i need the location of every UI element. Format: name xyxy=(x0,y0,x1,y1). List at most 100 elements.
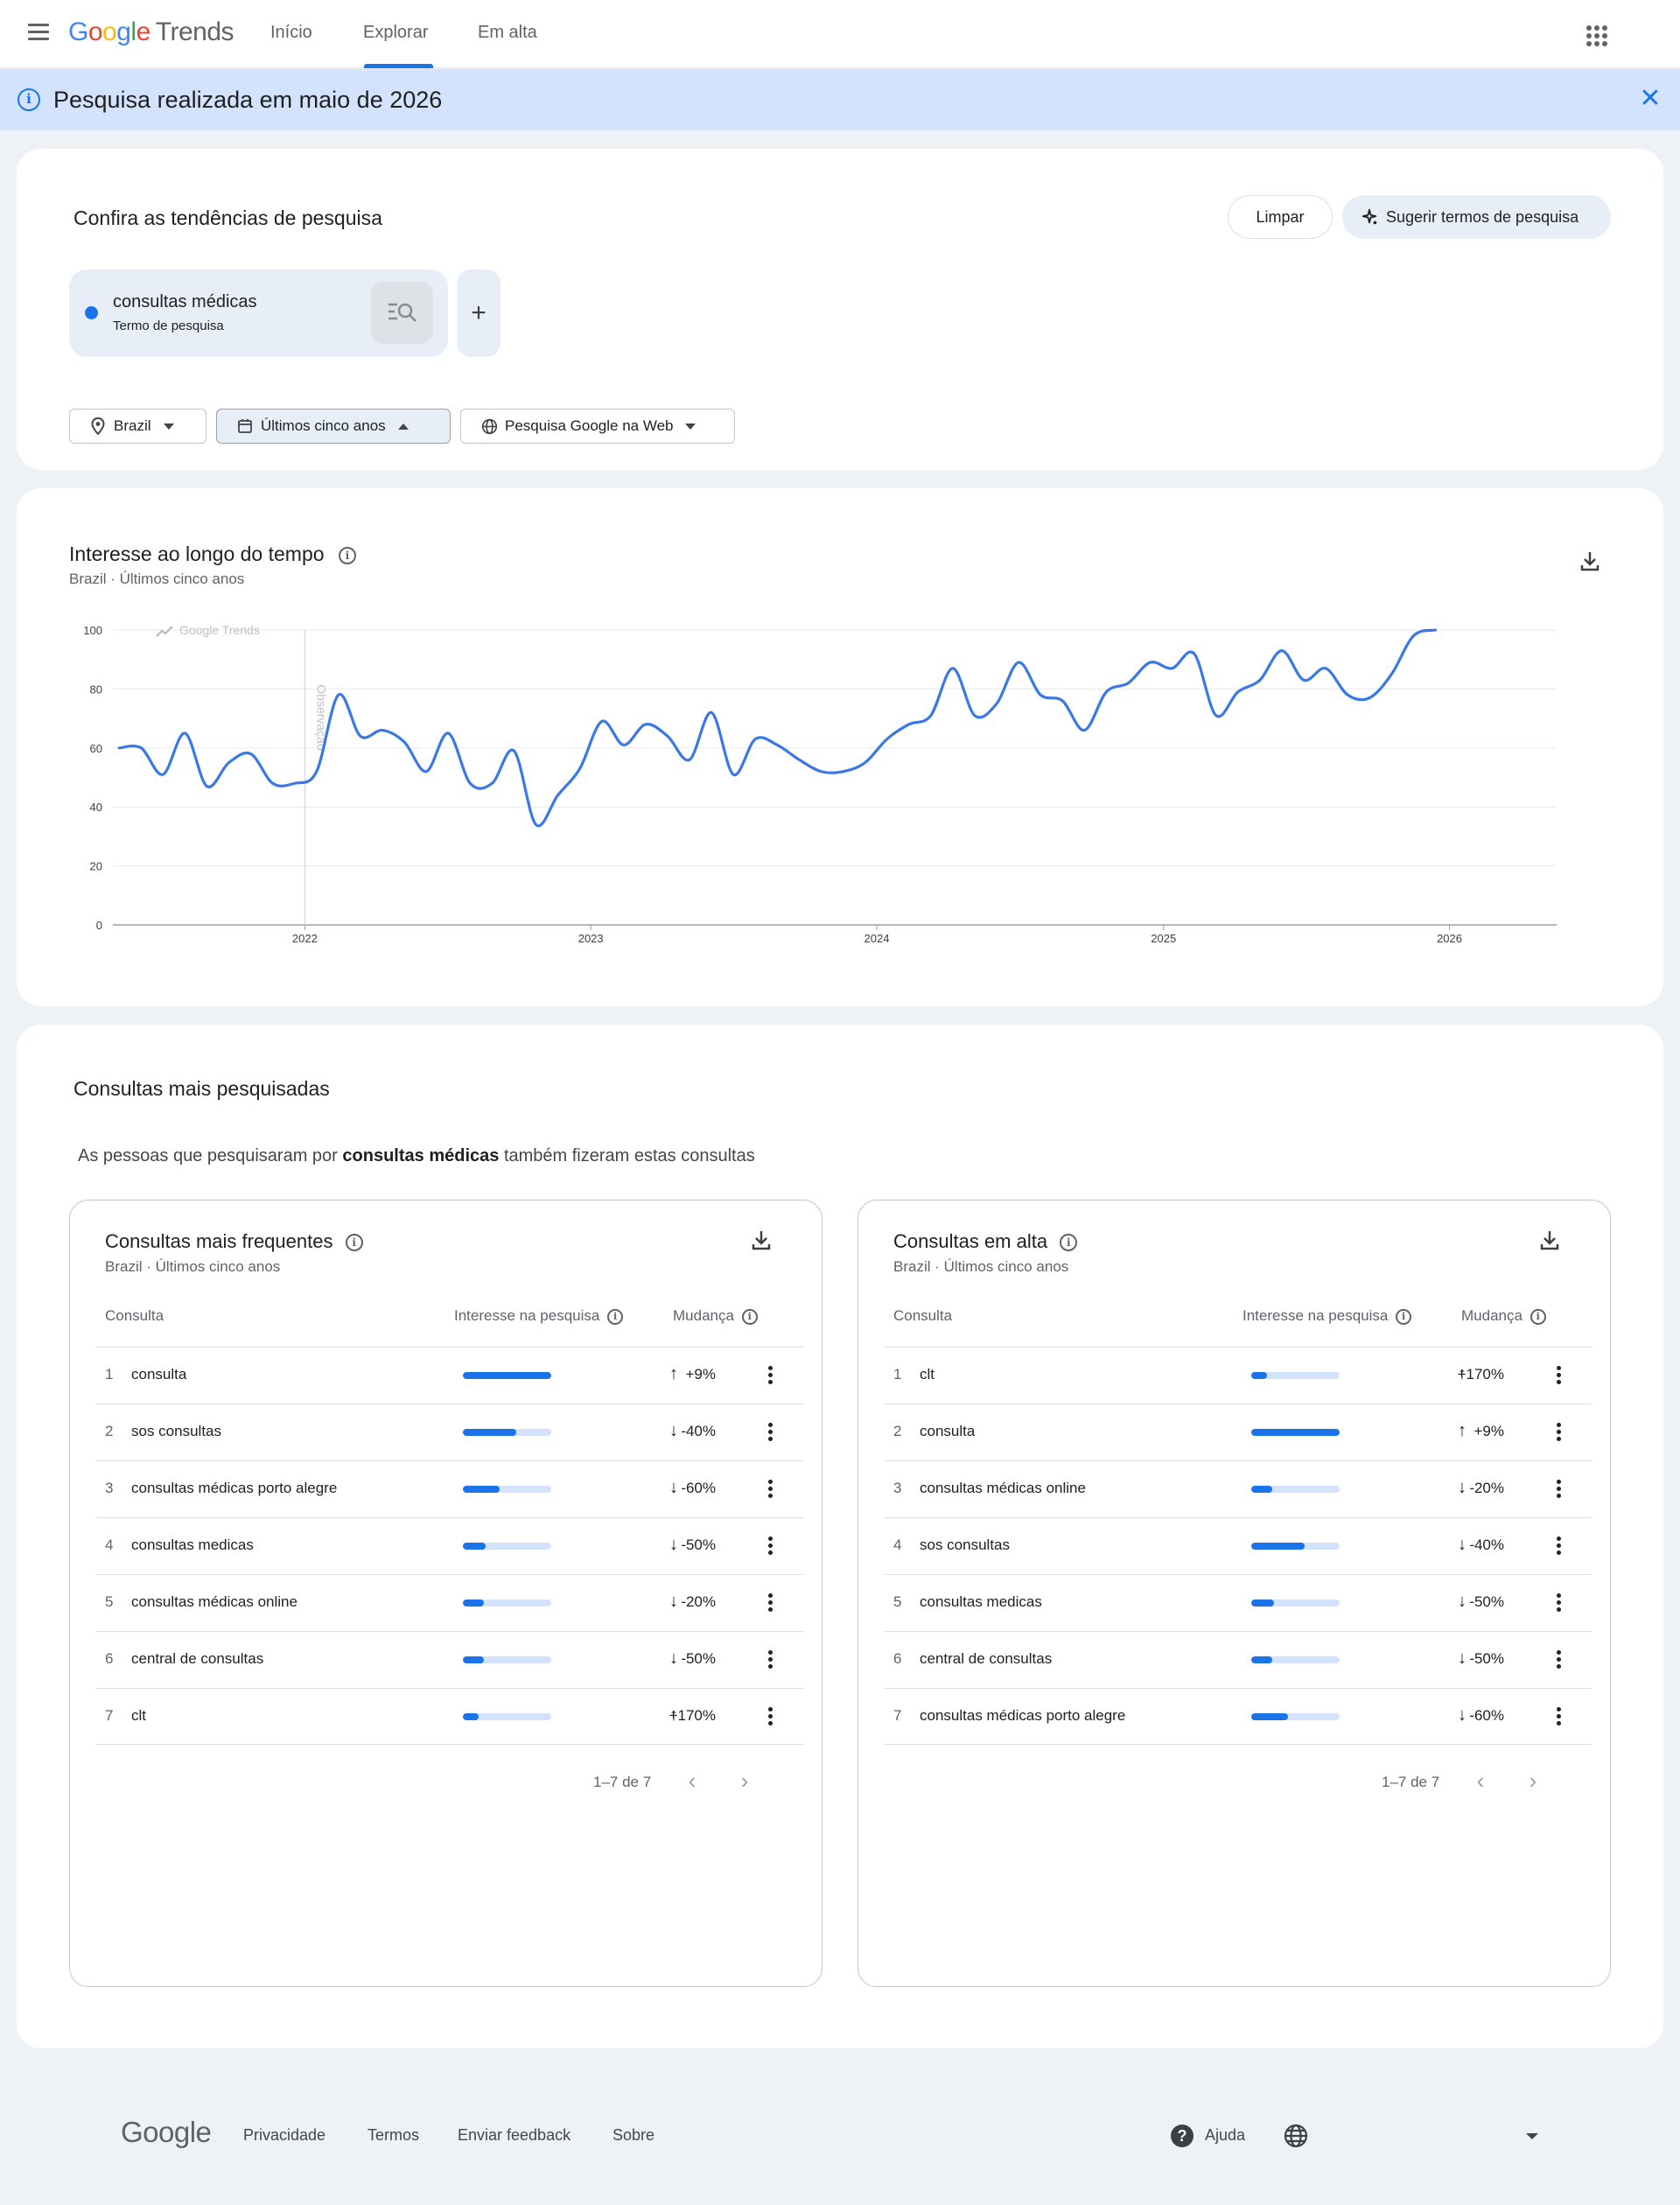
more-options-icon[interactable] xyxy=(1548,1363,1569,1388)
info-icon[interactable]: i xyxy=(1396,1308,1412,1325)
more-options-icon[interactable] xyxy=(760,1477,780,1502)
row-query[interactable]: consultas médicas porto alegre xyxy=(131,1480,337,1497)
footer-link-about[interactable]: Sobre xyxy=(612,2126,654,2145)
column-header-interest: Interesse na pesquisa i xyxy=(454,1307,624,1325)
more-options-icon[interactable] xyxy=(760,1704,780,1729)
footer-link-feedback[interactable]: Enviar feedback xyxy=(458,2126,570,2145)
search-type-icon[interactable] xyxy=(371,282,433,344)
row-query[interactable]: sos consultas xyxy=(131,1423,221,1440)
related-title: Consultas mais pesquisadas xyxy=(74,1077,330,1100)
table-row[interactable]: 5 consultas medicas ↓ -50% xyxy=(885,1574,1592,1631)
row-query[interactable]: sos consultas xyxy=(920,1536,1010,1554)
more-options-icon[interactable] xyxy=(1548,1591,1569,1615)
footer-link-privacy[interactable]: Privacidade xyxy=(243,2126,326,2145)
chevron-right-icon[interactable]: › xyxy=(729,1766,760,1797)
subtitle-time: Últimos cinco anos xyxy=(155,1258,281,1275)
banner-text: Pesquisa realizada em maio de 2026 xyxy=(53,87,443,113)
row-change: -50% xyxy=(1469,1650,1504,1667)
table-row[interactable]: 1 consulta ↑ +9% xyxy=(96,1347,803,1404)
footer-help-link[interactable]: Ajuda xyxy=(1205,2126,1245,2145)
google-apps-icon[interactable] xyxy=(1582,21,1610,49)
chevron-left-icon[interactable]: ‹ xyxy=(676,1766,708,1797)
table-row[interactable]: 6 central de consultas ↓ -50% xyxy=(885,1631,1592,1688)
location-filter[interactable]: Brazil xyxy=(69,409,206,444)
clear-button[interactable]: Limpar xyxy=(1228,195,1333,239)
main-menu-icon[interactable] xyxy=(23,19,54,51)
nav-tab-em-alta[interactable]: Em alta xyxy=(478,23,537,43)
row-query[interactable]: consultas medicas xyxy=(131,1536,254,1554)
row-change: -40% xyxy=(1469,1536,1504,1553)
download-icon[interactable] xyxy=(1536,1227,1563,1253)
more-options-icon[interactable] xyxy=(760,1534,780,1558)
row-rank: 2 xyxy=(105,1423,114,1439)
info-icon[interactable]: i xyxy=(741,1308,758,1325)
table-row[interactable]: 7 consultas médicas porto alegre ↓ -60% xyxy=(885,1688,1592,1745)
row-query[interactable]: central de consultas xyxy=(920,1650,1052,1668)
table-row[interactable]: 3 consultas médicas online ↓ -20% xyxy=(885,1460,1592,1517)
row-change: -50% xyxy=(1469,1593,1504,1610)
table-row[interactable]: 4 sos consultas ↓ -40% xyxy=(885,1517,1592,1574)
globe-icon xyxy=(480,417,498,435)
row-query[interactable]: consultas médicas online xyxy=(131,1593,298,1611)
chevron-left-icon[interactable]: ‹ xyxy=(1465,1766,1496,1797)
table-row[interactable]: 3 consultas médicas porto alegre ↓ -60% xyxy=(96,1460,803,1517)
row-query[interactable]: consultas médicas online xyxy=(920,1480,1086,1497)
row-rank: 4 xyxy=(893,1536,902,1553)
row-query[interactable]: central de consultas xyxy=(131,1650,263,1668)
more-options-icon[interactable] xyxy=(760,1591,780,1615)
interest-bar xyxy=(463,1486,551,1493)
close-banner-icon[interactable]: ✕ xyxy=(1636,85,1664,113)
nav-tab-explorar[interactable]: Explorar xyxy=(363,23,428,43)
row-query[interactable]: clt xyxy=(131,1707,146,1725)
row-query[interactable]: consultas médicas porto alegre xyxy=(920,1707,1125,1725)
language-globe-icon[interactable] xyxy=(1283,2123,1309,2149)
table-row[interactable]: 2 consulta ↑ +9% xyxy=(885,1404,1592,1460)
add-term-button[interactable]: + xyxy=(457,270,500,357)
row-query[interactable]: consultas medicas xyxy=(920,1593,1042,1611)
row-query[interactable]: consulta xyxy=(920,1423,975,1440)
chevron-right-icon[interactable]: › xyxy=(1517,1766,1549,1797)
interest-bar xyxy=(463,1656,551,1663)
language-chevron-down-icon[interactable] xyxy=(1526,2133,1538,2139)
table-row[interactable]: 5 consultas médicas online ↓ -20% xyxy=(96,1574,803,1631)
google-trends-logo[interactable]: Google Trends xyxy=(68,18,234,47)
more-options-icon[interactable] xyxy=(760,1363,780,1388)
more-options-icon[interactable] xyxy=(1548,1420,1569,1445)
table-row[interactable]: 2 sos consultas ↓ -40% xyxy=(96,1404,803,1460)
table-row[interactable]: 6 central de consultas ↓ -50% xyxy=(96,1631,803,1688)
more-options-icon[interactable] xyxy=(1548,1534,1569,1558)
info-icon[interactable]: i xyxy=(1060,1234,1078,1252)
term-color-dot xyxy=(85,306,98,319)
row-rank: 3 xyxy=(105,1480,114,1496)
info-icon[interactable]: i xyxy=(607,1308,624,1325)
more-options-icon[interactable] xyxy=(760,1648,780,1672)
info-icon[interactable]: i xyxy=(1530,1308,1546,1325)
nav-tab-inicio[interactable]: Início xyxy=(270,23,312,43)
table-row[interactable]: 1 clt ↑ +170% xyxy=(885,1347,1592,1404)
table-row[interactable]: 7 clt ↑ +170% xyxy=(96,1688,803,1745)
more-options-icon[interactable] xyxy=(760,1420,780,1445)
more-options-icon[interactable] xyxy=(1548,1704,1569,1729)
table-row[interactable]: 4 consultas medicas ↓ -50% xyxy=(96,1517,803,1574)
compare-title: Confira as tendências de pesquisa xyxy=(74,206,382,229)
column-header-interest-label: Interesse na pesquisa xyxy=(1242,1307,1389,1324)
time-filter[interactable]: Últimos cinco anos xyxy=(216,409,451,444)
row-query[interactable]: clt xyxy=(920,1366,934,1383)
search-term-chip[interactable]: consultas médicas Termo de pesquisa xyxy=(69,270,448,357)
download-icon[interactable] xyxy=(748,1227,774,1253)
footer-link-terms[interactable]: Termos xyxy=(368,2126,419,2145)
more-options-icon[interactable] xyxy=(1548,1648,1569,1672)
pagination-text: 1–7 de 7 xyxy=(593,1774,652,1790)
y-tick-label: 100 xyxy=(83,624,102,637)
interest-bar xyxy=(1251,1713,1340,1720)
row-change: -60% xyxy=(1469,1707,1504,1724)
help-icon[interactable]: ? xyxy=(1171,2124,1194,2147)
panel-title: Consultas mais frequentes i xyxy=(105,1230,363,1253)
property-filter[interactable]: Pesquisa Google na Web xyxy=(460,409,735,444)
footer-google-logo[interactable]: Google xyxy=(121,2116,212,2149)
more-options-icon[interactable] xyxy=(1548,1477,1569,1502)
info-icon[interactable]: i xyxy=(345,1234,363,1252)
row-rank: 7 xyxy=(893,1707,902,1724)
row-query[interactable]: consulta xyxy=(131,1366,186,1383)
suggest-terms-button[interactable]: Sugerir termos de pesquisa xyxy=(1342,195,1611,239)
